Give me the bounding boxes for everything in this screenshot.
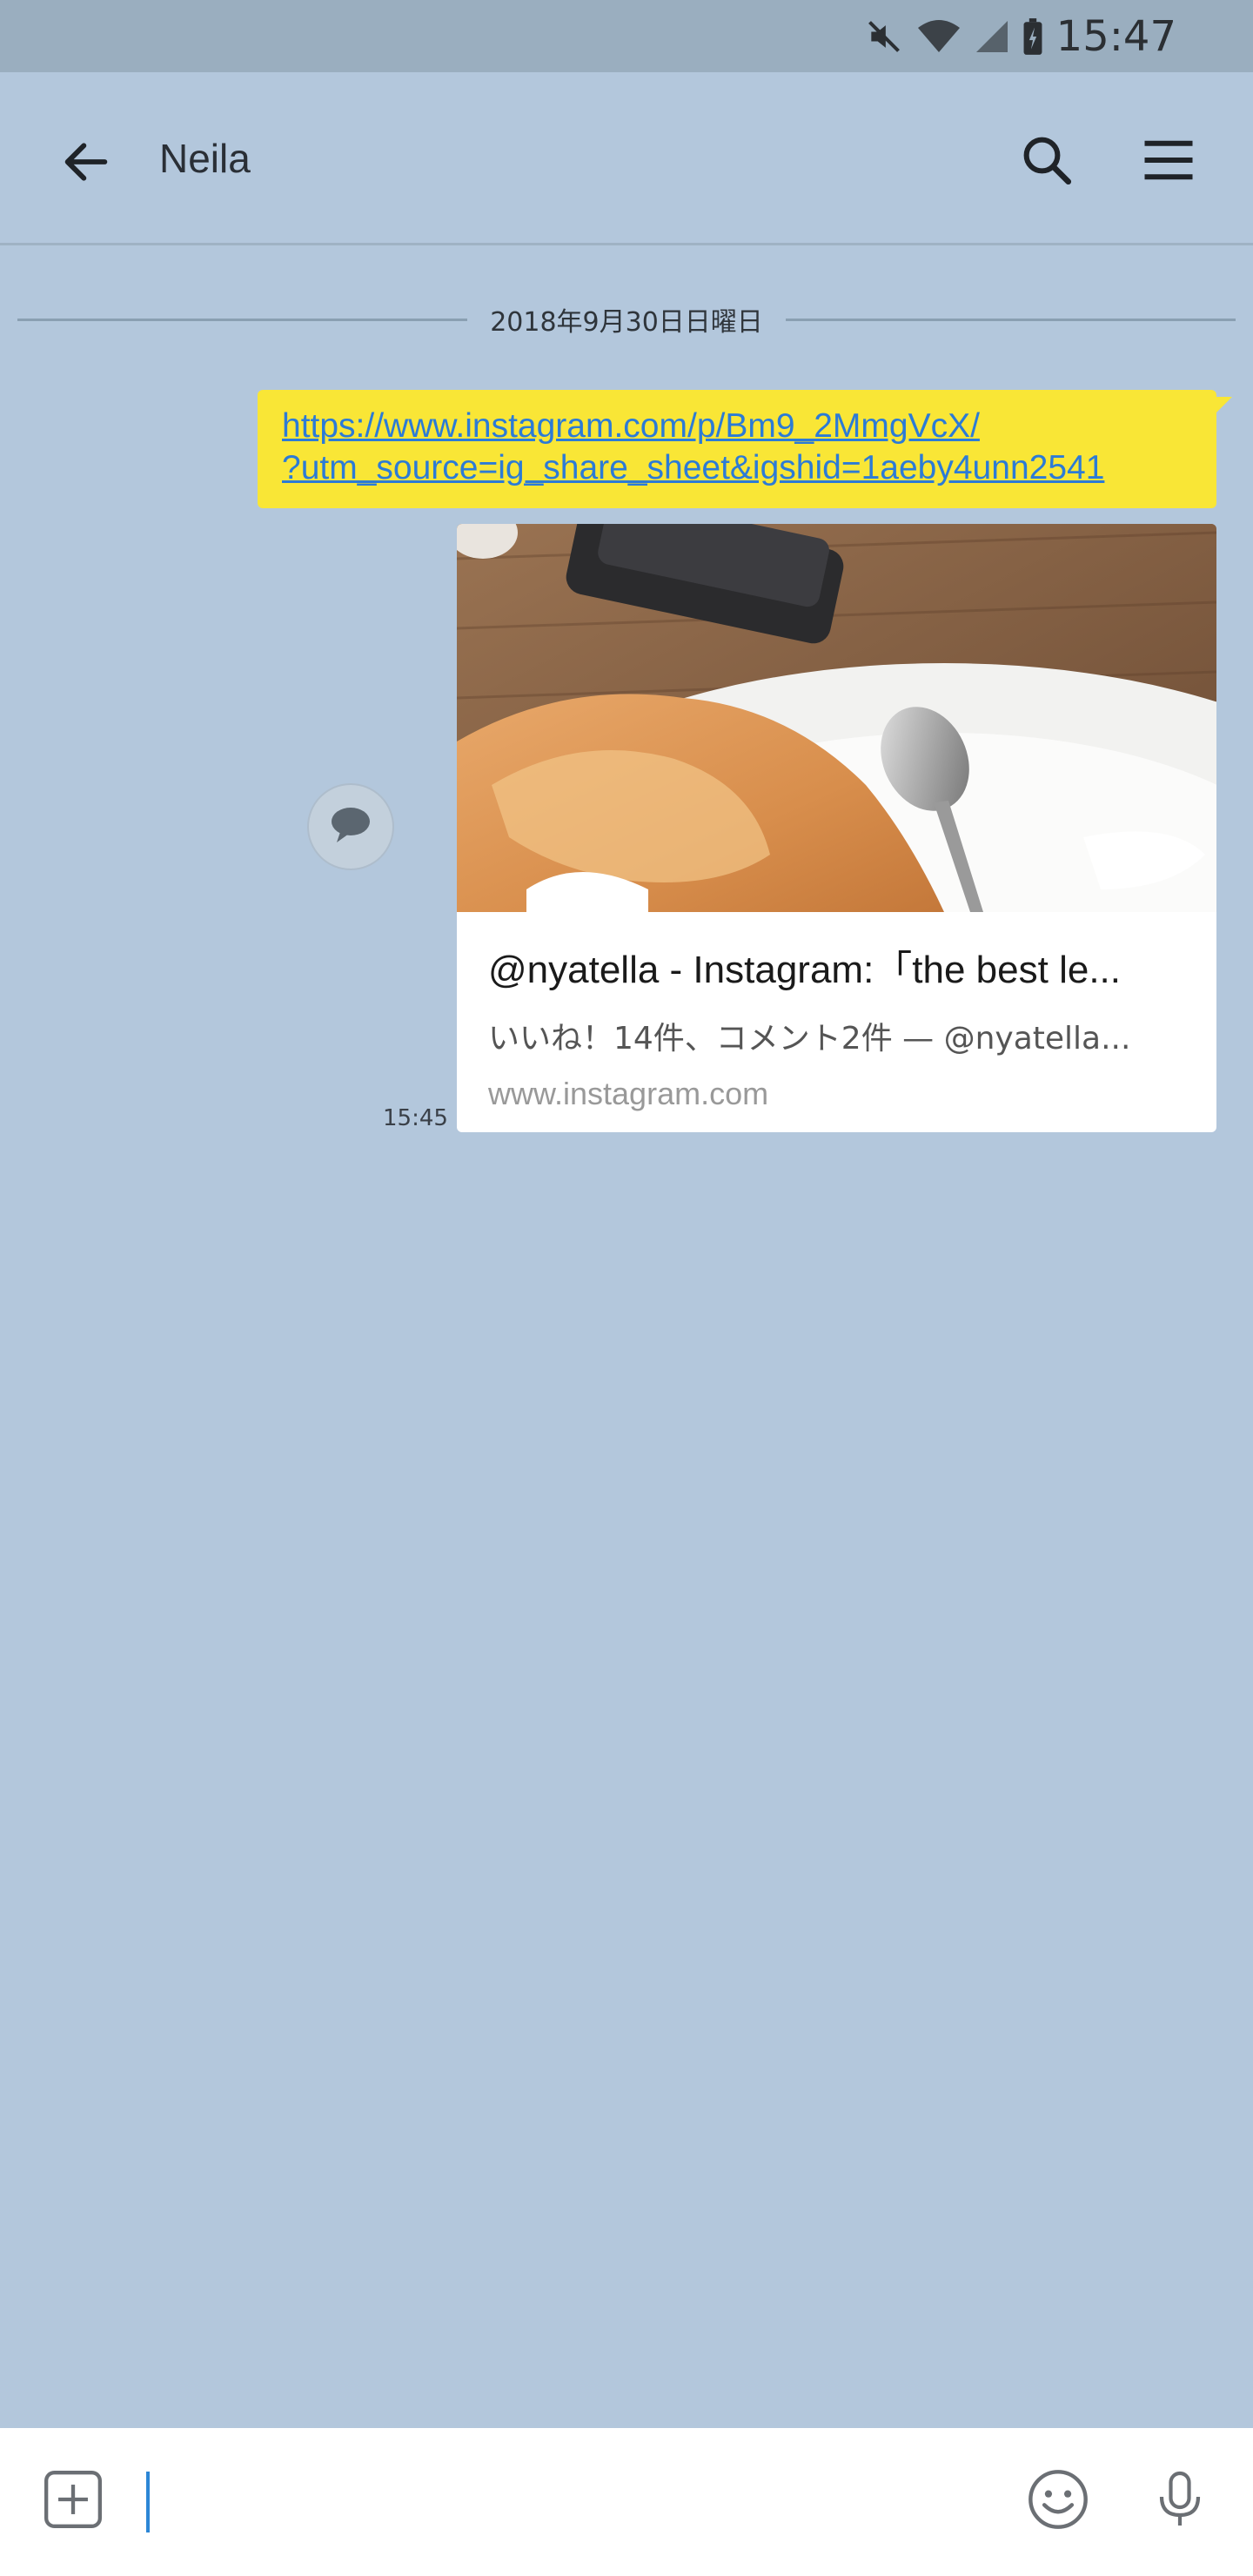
voice-button[interactable]	[1142, 2463, 1218, 2539]
chat-header: Neila	[0, 72, 1253, 245]
menu-button[interactable]	[1131, 124, 1206, 199]
chat-title: Neila	[159, 136, 251, 181]
signal-icon	[975, 19, 1009, 54]
status-time: 15:47	[1055, 11, 1176, 61]
speech-bubble-icon	[328, 804, 373, 849]
search-button[interactable]	[1009, 124, 1084, 199]
back-button[interactable]	[49, 126, 124, 201]
message-timestamp: 15:45	[383, 1105, 448, 1131]
card-domain: www.instagram.com	[488, 1076, 769, 1111]
date-divider: 2018年9月30日日曜日	[17, 298, 1236, 341]
mute-icon	[865, 17, 903, 56]
link-preview-card[interactable]: @nyatella - Instagram:「the best le... いい…	[457, 524, 1216, 1132]
status-bar: 15:47	[0, 0, 1253, 72]
url-link-line2[interactable]: ?utm_source=ig_share_sheet&igshid=1aeby4…	[282, 447, 1192, 489]
message-bubble[interactable]: https://www.instagram.com/p/Bm9_2MmgVcX/…	[258, 390, 1232, 508]
arrow-left-icon	[58, 134, 114, 193]
divider-line	[17, 318, 468, 321]
food-photo	[457, 524, 1216, 912]
microphone-icon	[1149, 2466, 1211, 2536]
wifi-icon	[915, 17, 962, 56]
plus-square-icon	[41, 2467, 105, 2535]
card-title: @nyatella - Instagram:「the best le...	[488, 949, 1121, 991]
message-input[interactable]	[139, 2463, 992, 2541]
card-description: いいね！14件、コメント2件 — @nyatella...	[488, 1021, 1131, 1057]
card-body: @nyatella - Instagram:「the best le... いい…	[457, 912, 1216, 1112]
attach-button[interactable]	[38, 2466, 108, 2536]
search-icon	[1018, 131, 1075, 192]
battery-charging-icon	[1022, 17, 1044, 57]
url-link-line1[interactable]: https://www.instagram.com/p/Bm9_2MmgVcX/	[282, 406, 1192, 447]
emoji-button[interactable]	[1020, 2463, 1096, 2539]
input-bar	[0, 2428, 1253, 2576]
text-cursor	[146, 2472, 150, 2532]
divider-line	[785, 318, 1236, 321]
share-button[interactable]	[307, 783, 394, 870]
smiley-icon	[1025, 2466, 1091, 2536]
date-label: 2018年9月30日日曜日	[490, 307, 763, 338]
hamburger-menu-icon	[1140, 131, 1197, 192]
status-icons	[865, 17, 1044, 57]
